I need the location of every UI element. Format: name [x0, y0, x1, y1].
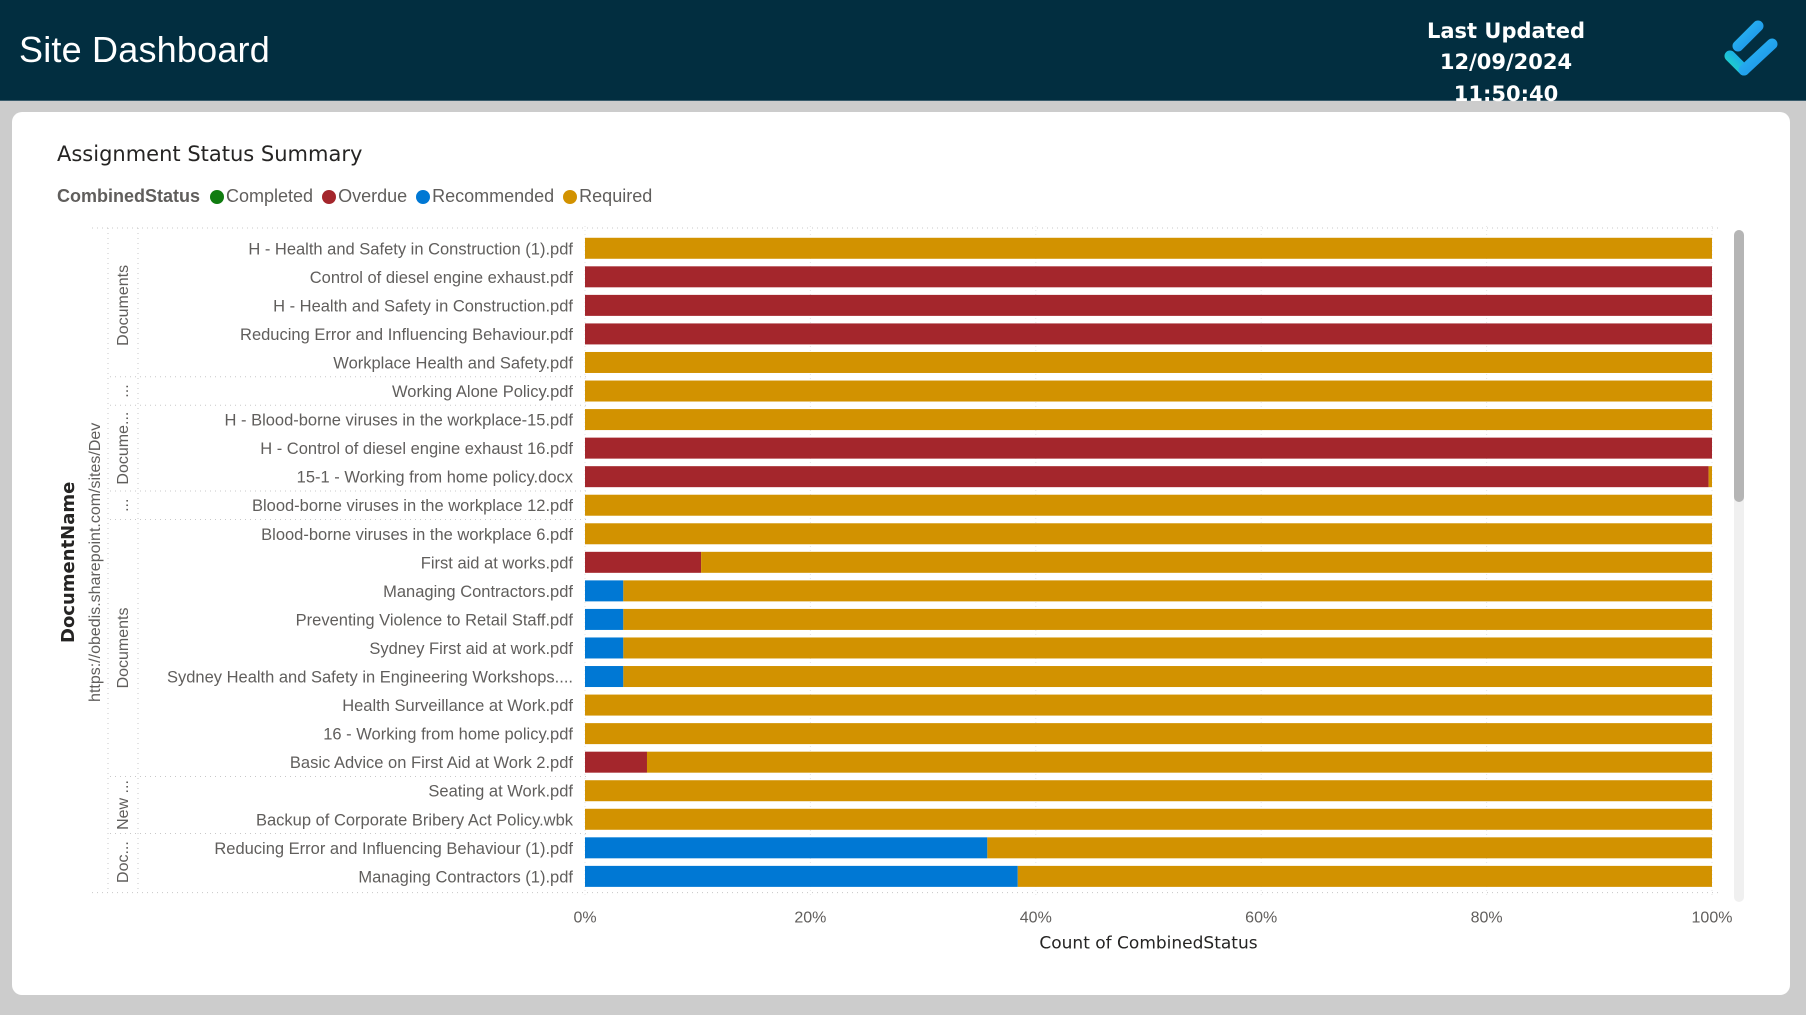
chart-scrollbar[interactable] [1734, 230, 1744, 902]
category-label: H - Health and Safety in Construction.pd… [273, 297, 573, 315]
category-label: Basic Advice on First Aid at Work 2.pdf [290, 754, 573, 772]
category-label: Seating at Work.pdf [428, 783, 573, 801]
x-tick-label: 40% [1020, 910, 1052, 927]
category-label: Control of diesel engine exhaust.pdf [310, 269, 574, 287]
last-updated-label: Last Updated [1426, 19, 1585, 43]
bar-segment-overdue[interactable] [585, 266, 1712, 288]
category-label: Working Alone Policy.pdf [392, 383, 573, 401]
category-label: Reducing Error and Influencing Behaviour… [214, 840, 573, 858]
category-labels: H - Health and Safety in Construction (1… [167, 240, 574, 886]
bar-segment-required[interactable] [585, 494, 1712, 516]
bar-segment-required[interactable] [585, 351, 1712, 373]
group-label: Documents [115, 608, 132, 689]
x-tick-label: 0% [573, 910, 596, 927]
bar-segment-recommended[interactable] [585, 865, 1018, 887]
bar-segment-required[interactable] [987, 837, 1712, 859]
bar-segment-required[interactable] [585, 723, 1712, 745]
x-tick-label: 60% [1245, 910, 1277, 927]
bar-segment-required[interactable] [623, 580, 1712, 602]
bar-segment-overdue[interactable] [585, 323, 1712, 345]
bar-segment-overdue[interactable] [585, 751, 647, 773]
category-label: Sydney Health and Safety in Engineering … [167, 669, 573, 687]
stacked-bar-chart: Documents... Docume...... Documents New ...… [58, 226, 1732, 954]
bar-segment-required[interactable] [585, 409, 1712, 431]
bar-segment-recommended[interactable] [585, 666, 624, 688]
checkmark-logo-icon [1724, 20, 1778, 76]
site-group-label: https://obedis.sharepoint.com/sites/Dev [87, 423, 104, 702]
x-axis-ticks: 0% 20% 40% 60% 80% 100% [573, 910, 1732, 927]
group-label: Documents [115, 265, 132, 346]
category-label: H - Control of diesel engine exhaust 16.… [260, 440, 573, 458]
bar-segment-required[interactable] [623, 637, 1712, 659]
category-label: Managing Contractors (1).pdf [358, 868, 573, 886]
chart-card: Assignment Status Summary CombinedStatus… [12, 112, 1790, 995]
group-label: New ... [115, 780, 132, 830]
category-label: Health Surveillance at Work.pdf [342, 697, 573, 715]
header-bar: Site Dashboard Last Updated 12/09/2024 1… [0, 0, 1806, 106]
bar-segment-recommended[interactable] [585, 837, 988, 859]
bar-segment-required[interactable] [701, 551, 1712, 573]
bar-segment-required[interactable] [585, 523, 1712, 545]
bar-segment-recommended[interactable] [585, 580, 624, 602]
bar-segment-overdue[interactable] [585, 551, 702, 573]
bar-segment-overdue[interactable] [585, 466, 1709, 488]
app-title: Site Dashboard [19, 29, 270, 70]
x-tick-label: 80% [1471, 910, 1503, 927]
bar-segment-required[interactable] [585, 780, 1712, 802]
group-label: ... [115, 384, 132, 397]
x-tick-label: 20% [794, 910, 826, 927]
chart-scrollbar-thumb[interactable] [1734, 230, 1744, 502]
category-label: Blood-borne viruses in the workplace 12.… [252, 497, 573, 515]
category-label: 15-1 - Working from home policy.docx [297, 469, 574, 487]
category-label: Backup of Corporate Bribery Act Policy.w… [256, 811, 574, 829]
bar-segment-required[interactable] [623, 608, 1712, 630]
category-label: Sydney First aid at work.pdf [369, 640, 573, 658]
category-label: Reducing Error and Influencing Behaviour… [240, 326, 573, 344]
x-tick-label: 100% [1692, 910, 1733, 927]
bar-segment-required[interactable] [1017, 865, 1712, 887]
bar-segment-required[interactable] [623, 666, 1712, 688]
category-label: Blood-borne viruses in the workplace 6.p… [261, 526, 573, 544]
group-label: ... [115, 499, 132, 512]
bar-segment-required[interactable] [585, 237, 1712, 259]
bars [585, 237, 1712, 887]
last-updated-value: 12/09/2024 11:50:40 [1439, 50, 1573, 106]
group-label: Docume... [115, 412, 132, 485]
bar-segment-required[interactable] [1708, 466, 1712, 488]
bar-segment-required[interactable] [585, 694, 1712, 716]
group-label: Doc... [115, 841, 132, 883]
category-label: First aid at works.pdf [421, 554, 574, 572]
bar-segment-overdue[interactable] [585, 437, 1712, 459]
last-updated: Last Updated 12/09/2024 11:50:40 [1386, 16, 1626, 110]
bar-segment-required[interactable] [585, 808, 1712, 830]
bar-segment-required[interactable] [646, 751, 1712, 773]
bar-segment-recommended[interactable] [585, 637, 624, 659]
x-axis-title: Count of CombinedStatus [1039, 934, 1257, 954]
category-label: H - Blood-borne viruses in the workplace… [224, 412, 573, 430]
category-label: Preventing Violence to Retail Staff.pdf [296, 611, 574, 629]
bar-segment-overdue[interactable] [585, 294, 1712, 316]
bar-segment-required[interactable] [585, 380, 1712, 402]
category-label: Workplace Health and Safety.pdf [333, 354, 573, 372]
category-label: Managing Contractors.pdf [383, 583, 573, 601]
category-label: H - Health and Safety in Construction (1… [248, 240, 573, 258]
bar-segment-recommended[interactable] [585, 608, 624, 630]
category-label: 16 - Working from home policy.pdf [323, 726, 573, 744]
y-axis-title: DocumentName [58, 482, 79, 643]
